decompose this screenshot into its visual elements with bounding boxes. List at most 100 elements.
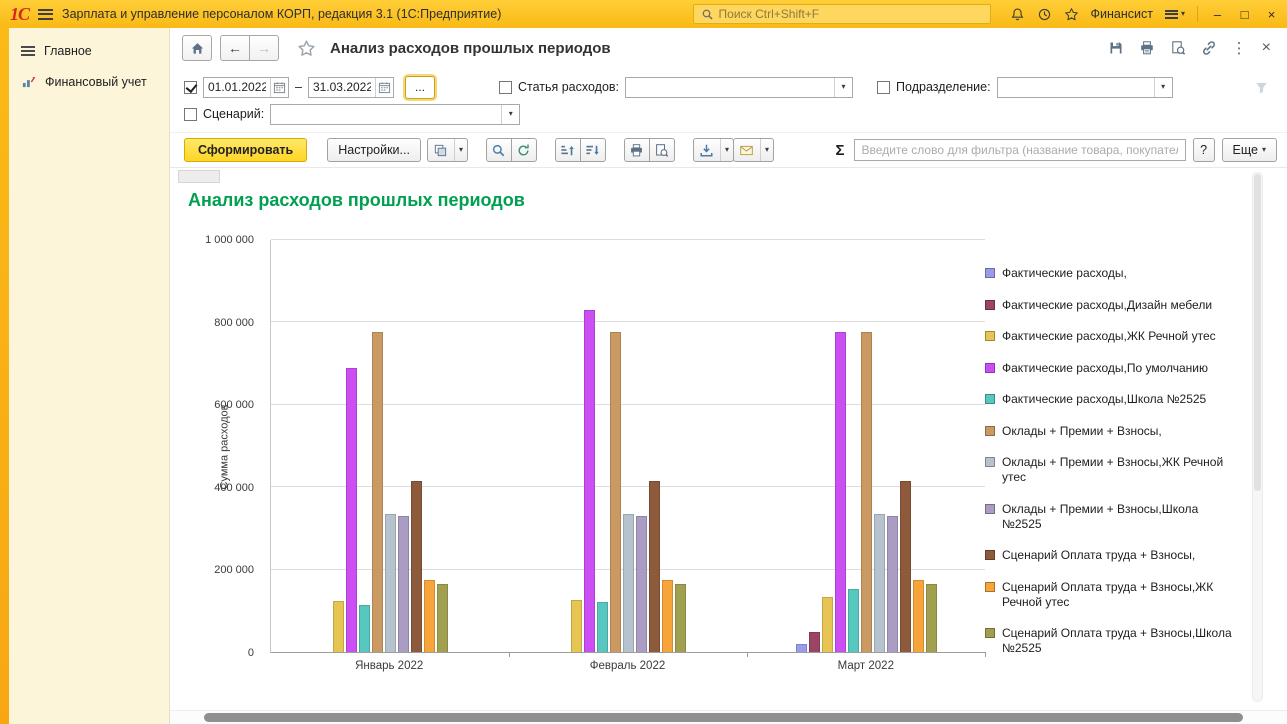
calendar-icon[interactable] [375, 78, 393, 97]
link-icon[interactable] [1201, 40, 1217, 56]
legend-item: Сценарий Оплата труда + Взносы, [985, 548, 1237, 563]
bar[interactable] [411, 481, 422, 652]
bar[interactable] [913, 580, 924, 653]
department-combo[interactable]: ▾ [997, 77, 1173, 98]
minimize-button[interactable]: – [1210, 7, 1225, 22]
bar[interactable] [437, 584, 448, 652]
bar[interactable] [636, 516, 647, 652]
x-tick-label: Февраль 2022 [508, 660, 746, 672]
bar[interactable] [675, 584, 686, 652]
expense-item-input[interactable] [626, 80, 834, 94]
bar[interactable] [835, 332, 846, 652]
app-title: Зарплата и управление персоналом КОРП, р… [62, 7, 501, 21]
period-checkbox[interactable] [184, 81, 197, 94]
home-button[interactable] [182, 35, 212, 61]
scenario-combo[interactable]: ▾ [270, 104, 520, 125]
sidebar-item-main[interactable]: Главное [9, 36, 169, 66]
print-button[interactable] [624, 138, 650, 162]
scenario-input[interactable] [271, 107, 501, 121]
department-input[interactable] [998, 80, 1154, 94]
horizontal-scroll-thumb[interactable] [204, 713, 1243, 722]
sidebar-item-finance[interactable]: Финансовый учет [9, 66, 169, 97]
bar[interactable] [359, 605, 370, 652]
quick-filter-input[interactable] [854, 139, 1186, 161]
bar[interactable] [926, 584, 937, 652]
notifications-bell-icon[interactable] [1010, 7, 1025, 22]
bar[interactable] [874, 514, 885, 652]
chevron-down-icon[interactable]: ▾ [834, 78, 852, 97]
global-search[interactable] [693, 4, 991, 24]
help-button[interactable]: ? [1193, 138, 1215, 162]
bar[interactable] [597, 602, 608, 652]
maximize-button[interactable]: □ [1237, 7, 1252, 22]
bar[interactable] [385, 514, 396, 652]
expense-item-combo[interactable]: ▾ [625, 77, 853, 98]
vertical-scroll-thumb[interactable] [1254, 174, 1261, 491]
current-user[interactable]: Финансист [1091, 7, 1153, 21]
print-preview-button[interactable] [649, 138, 675, 162]
date-from-input[interactable] [204, 80, 270, 94]
export-group: ▾ ▾ [693, 138, 774, 162]
bar[interactable] [424, 580, 435, 653]
legend-swatch [985, 582, 995, 592]
bar[interactable] [372, 332, 383, 652]
form-close-icon[interactable]: × [1262, 39, 1271, 57]
department-checkbox[interactable] [877, 81, 890, 94]
bar[interactable] [887, 516, 898, 652]
bar[interactable] [610, 332, 621, 652]
scenario-checkbox[interactable] [184, 108, 197, 121]
date-from-field[interactable] [203, 77, 289, 98]
bar[interactable] [861, 332, 872, 652]
expense-item-checkbox[interactable] [499, 81, 512, 94]
bar[interactable] [571, 600, 582, 652]
sidebar-item-label: Финансовый учет [45, 75, 147, 89]
print-icon[interactable] [1139, 40, 1155, 56]
favorites-star-icon[interactable] [1064, 7, 1079, 22]
save-icon[interactable] [1108, 40, 1124, 56]
sort-desc-button[interactable] [580, 138, 606, 162]
vertical-scrollbar[interactable] [1252, 172, 1263, 702]
bar[interactable] [809, 632, 820, 652]
bar[interactable] [346, 368, 357, 652]
back-button[interactable]: ← [220, 35, 250, 61]
more-button[interactable]: Еще▾ [1222, 138, 1277, 162]
report-area: Анализ расходов прошлых периодов Сумма р… [170, 167, 1287, 710]
legend-label: Оклады + Премии + Взносы,ЖК Речной утес [1002, 455, 1237, 485]
save-report-split-button[interactable]: ▾ [693, 138, 734, 162]
period-choice-button[interactable]: ... [405, 76, 435, 99]
bar[interactable] [900, 481, 911, 652]
bar[interactable] [848, 589, 859, 652]
service-menu-icon[interactable]: ▾ [1165, 10, 1185, 19]
export-icon [699, 143, 714, 158]
sort-asc-button[interactable] [555, 138, 581, 162]
favorite-star-icon[interactable] [297, 39, 316, 58]
send-email-split-button[interactable]: ▾ [733, 138, 774, 162]
bar[interactable] [822, 597, 833, 652]
generate-button[interactable]: Сформировать [184, 138, 307, 162]
settings-button[interactable]: Настройки... [327, 138, 421, 162]
bar[interactable] [398, 516, 409, 652]
bar[interactable] [584, 310, 595, 652]
find-button[interactable] [486, 138, 512, 162]
date-to-input[interactable] [309, 80, 375, 94]
calendar-icon[interactable] [270, 78, 288, 97]
bar[interactable] [333, 601, 344, 652]
refresh-button[interactable] [511, 138, 537, 162]
bar[interactable] [796, 644, 807, 652]
forward-button[interactable]: → [249, 35, 279, 61]
date-to-field[interactable] [308, 77, 394, 98]
chevron-down-icon[interactable]: ▾ [1154, 78, 1172, 97]
more-kebab-icon[interactable]: ⋮ [1232, 39, 1247, 57]
bar[interactable] [662, 580, 673, 653]
chevron-down-icon[interactable]: ▾ [501, 105, 519, 124]
print-preview-icon[interactable] [1170, 40, 1186, 56]
history-icon[interactable] [1037, 7, 1052, 22]
horizontal-scrollbar[interactable] [170, 710, 1287, 724]
global-search-input[interactable] [719, 7, 983, 21]
report-variants-split-button[interactable]: ▾ [427, 138, 468, 162]
bar[interactable] [649, 481, 660, 652]
filter-funnel-icon[interactable] [1254, 80, 1269, 95]
main-menu-icon[interactable] [38, 9, 53, 20]
bar[interactable] [623, 514, 634, 652]
window-close-button[interactable]: × [1264, 7, 1279, 22]
